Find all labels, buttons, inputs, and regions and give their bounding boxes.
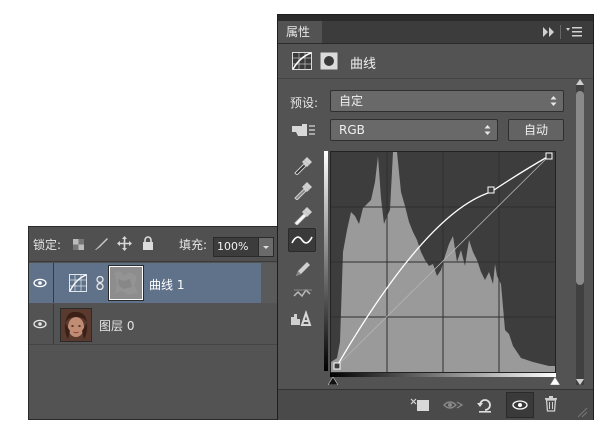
mask-icon[interactable]: [320, 52, 338, 70]
white-point-eyedropper-icon[interactable]: [292, 205, 314, 225]
trash-icon[interactable]: [544, 396, 558, 412]
black-point-slider[interactable]: [328, 377, 338, 385]
scroll-up-icon[interactable]: [576, 79, 584, 85]
scrollbar-thumb[interactable]: [576, 91, 584, 285]
panel-menu-icon[interactable]: [566, 26, 582, 38]
select-arrows-icon: [484, 124, 491, 136]
lock-brush-icon[interactable]: [93, 237, 109, 251]
layer-row-layer0[interactable]: 图层 0: [29, 304, 277, 345]
preset-value: 自定: [339, 94, 364, 108]
layer-row-curves[interactable]: 曲线 1: [29, 263, 261, 303]
resize-grip-icon[interactable]: [578, 408, 588, 418]
curve-point-tool-icon[interactable]: [288, 228, 316, 252]
layer-row-scroll-gutter: [261, 263, 277, 303]
properties-header: 曲线: [278, 44, 593, 79]
layer-name[interactable]: 图层 0: [99, 317, 134, 334]
preset-select[interactable]: 自定: [330, 90, 564, 112]
eye-icon: [512, 400, 528, 410]
smooth-curve-icon[interactable]: [292, 283, 314, 303]
toggle-visibility-button[interactable]: [506, 392, 534, 418]
select-arrows-icon: [550, 95, 557, 107]
fill-input[interactable]: 100%: [213, 237, 259, 257]
collapse-icon[interactable]: [543, 27, 555, 37]
fill-label: 填充:: [179, 238, 208, 252]
reset-icon[interactable]: [476, 396, 494, 414]
clip-to-layer-icon[interactable]: [410, 397, 430, 413]
curves-adjustment-icon: [69, 274, 87, 292]
link-icon[interactable]: [96, 276, 105, 290]
white-point-slider[interactable]: [550, 377, 560, 385]
tab-properties[interactable]: 属性: [278, 21, 322, 43]
panel-title: 曲线: [350, 57, 377, 72]
channel-select[interactable]: RGB: [330, 119, 498, 141]
lock-bar: 锁定: 填充: 100%: [29, 227, 277, 262]
properties-footer: [278, 389, 593, 420]
panel-tab-bar: 属性: [278, 21, 593, 44]
curve-point: [487, 186, 495, 194]
fill-dropdown-button[interactable]: [258, 237, 274, 257]
layers-panel: 锁定: 填充: 100% 曲线 1 图层 0: [28, 226, 278, 420]
output-gradient-bar: [324, 151, 328, 371]
channel-value: RGB: [339, 123, 365, 137]
clipping-warning-icon[interactable]: [290, 309, 312, 329]
layer-name[interactable]: 曲线 1: [149, 276, 184, 293]
properties-panel: 属性 曲线 预设: 自定 RGB 自动: [277, 14, 594, 420]
black-point-eyedropper-icon[interactable]: [292, 155, 314, 175]
targeted-adjustment-icon[interactable]: [290, 122, 316, 138]
layer-mask-thumbnail[interactable]: [108, 265, 144, 301]
curves-graph[interactable]: [330, 151, 556, 373]
auto-button[interactable]: 自动: [508, 119, 564, 141]
lock-move-icon[interactable]: [117, 236, 132, 251]
pencil-icon[interactable]: [292, 259, 314, 279]
chevron-down-icon: [263, 246, 269, 249]
view-previous-state-icon[interactable]: [442, 398, 464, 412]
eye-icon[interactable]: [29, 304, 51, 344]
curve-point: [333, 362, 341, 370]
lock-all-icon[interactable]: [142, 236, 154, 250]
curves-adjustment-icon: [292, 52, 312, 70]
gray-point-eyedropper-icon[interactable]: [292, 180, 314, 200]
lock-transparent-icon[interactable]: [73, 239, 84, 250]
scroll-down-icon[interactable]: [576, 379, 584, 385]
curve-point: [545, 152, 553, 160]
input-gradient-bar: [330, 373, 556, 377]
preset-label: 预设:: [290, 96, 319, 110]
layer-thumbnail[interactable]: [60, 308, 92, 342]
eye-icon[interactable]: [29, 263, 51, 303]
lock-label: 锁定:: [33, 238, 62, 252]
